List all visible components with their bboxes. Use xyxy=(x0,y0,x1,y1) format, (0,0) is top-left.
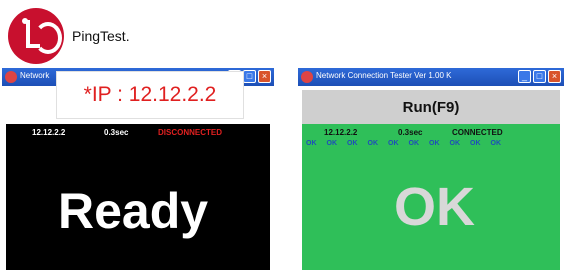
status-panel: 12.12.2.2 0.3sec DISCONNECTED Ready xyxy=(6,124,270,270)
ok-item: OK xyxy=(367,140,379,147)
maximize-button[interactable]: □ xyxy=(533,70,546,83)
minimize-button[interactable]: _ xyxy=(518,70,531,83)
ok-item: OK xyxy=(490,140,502,147)
ok-item: OK xyxy=(429,140,440,147)
status-time: 0.3sec xyxy=(398,128,423,137)
close-button[interactable]: × xyxy=(258,70,271,83)
window-title: Network xyxy=(20,71,50,80)
window-title: Network Connection Tester Ver 1.00 K xyxy=(316,71,452,80)
app-icon xyxy=(5,71,17,83)
run-button[interactable]: Run(F9) xyxy=(302,90,560,124)
status-ip: 12.12.2.2 xyxy=(32,128,66,137)
status-time: 0.3sec xyxy=(104,128,129,137)
ok-item: OK xyxy=(306,140,317,147)
ok-item: OK xyxy=(470,140,481,147)
lg-logo xyxy=(8,8,64,64)
ping-window-ok: Network Connection Tester Ver 1.00 K _ □… xyxy=(298,68,564,270)
ok-list: OK OK OK OK OK OK OK OK OK OK xyxy=(306,140,501,147)
status-state: DISCONNECTED xyxy=(158,128,223,137)
maximize-button[interactable]: □ xyxy=(243,70,256,83)
logo-letter-g xyxy=(34,22,62,54)
ok-item: OK xyxy=(408,140,420,147)
status-panel: 12.12.2.2 0.3sec CONNECTED OK OK OK OK O… xyxy=(302,124,560,270)
status-ip: 12.12.2.2 xyxy=(324,128,358,137)
status-big-text: Ready xyxy=(58,183,209,239)
ok-item: OK xyxy=(449,140,461,147)
ok-item: OK xyxy=(388,140,399,147)
status-big-text: OK xyxy=(394,177,475,237)
ok-item: OK xyxy=(326,140,338,147)
ip-callout: *IP : 12.12.2.2 xyxy=(56,71,244,119)
ok-item: OK xyxy=(347,140,358,147)
window-titlebar: Network Connection Tester Ver 1.00 K _ □… xyxy=(298,68,564,86)
app-icon xyxy=(301,71,313,83)
status-state: CONNECTED xyxy=(452,128,503,137)
close-button[interactable]: × xyxy=(548,70,561,83)
brand-label: PingTest. xyxy=(72,28,130,44)
